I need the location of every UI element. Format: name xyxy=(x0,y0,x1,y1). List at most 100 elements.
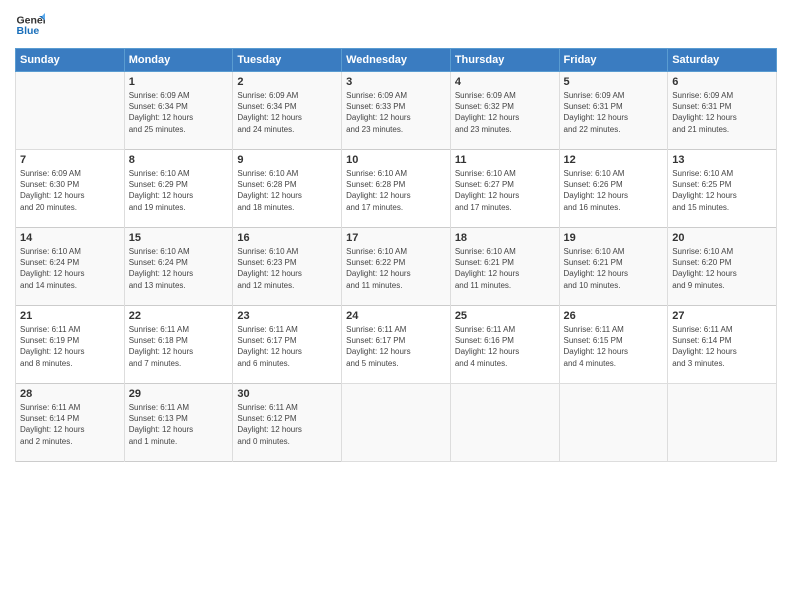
day-info: Sunrise: 6:10 AM Sunset: 6:26 PM Dayligh… xyxy=(564,168,664,213)
day-number: 23 xyxy=(237,310,337,322)
day-number: 29 xyxy=(129,388,229,400)
day-number: 7 xyxy=(20,154,120,166)
calendar-cell xyxy=(342,384,451,462)
day-number: 13 xyxy=(672,154,772,166)
day-number: 19 xyxy=(564,232,664,244)
calendar-cell: 30 Sunrise: 6:11 AM Sunset: 6:12 PM Dayli… xyxy=(233,384,342,462)
calendar-cell xyxy=(16,72,125,150)
day-number: 28 xyxy=(20,388,120,400)
day-number: 22 xyxy=(129,310,229,322)
calendar-cell xyxy=(559,384,668,462)
day-number: 3 xyxy=(346,76,446,88)
day-info: Sunrise: 6:09 AM Sunset: 6:31 PM Dayligh… xyxy=(564,90,664,135)
calendar-cell: 4 Sunrise: 6:09 AM Sunset: 6:32 PM Daylig… xyxy=(450,72,559,150)
calendar-cell: 13 Sunrise: 6:10 AM Sunset: 6:25 PM Dayli… xyxy=(668,150,777,228)
calendar-cell: 18Sunrise: 6:10 AM Sunset: 6:21 PM Dayli… xyxy=(450,228,559,306)
day-info: Sunrise: 6:09 AM Sunset: 6:31 PM Dayligh… xyxy=(672,90,772,135)
day-number: 30 xyxy=(237,388,337,400)
day-number: 25 xyxy=(455,310,555,322)
day-number: 6 xyxy=(672,76,772,88)
day-info: Sunrise: 6:11 AM Sunset: 6:17 PM Dayligh… xyxy=(237,324,337,369)
day-info: Sunrise: 6:10 AM Sunset: 6:24 PM Dayligh… xyxy=(20,246,120,291)
day-info: Sunrise: 6:09 AM Sunset: 6:32 PM Dayligh… xyxy=(455,90,555,135)
calendar-cell: 29 Sunrise: 6:11 AM Sunset: 6:13 PM Dayli… xyxy=(124,384,233,462)
header: General Blue xyxy=(15,10,777,40)
calendar-cell: 6 Sunrise: 6:09 AM Sunset: 6:31 PM Daylig… xyxy=(668,72,777,150)
day-number: 17 xyxy=(346,232,446,244)
calendar-cell: 28 Sunrise: 6:11 AM Sunset: 6:14 PM Dayli… xyxy=(16,384,125,462)
col-header-friday: Friday xyxy=(559,49,668,72)
day-info: Sunrise: 6:11 AM Sunset: 6:13 PM Dayligh… xyxy=(129,402,229,447)
col-header-monday: Monday xyxy=(124,49,233,72)
week-row-3: 14 Sunrise: 6:10 AM Sunset: 6:24 PM Dayli… xyxy=(16,228,777,306)
day-number: 11 xyxy=(455,154,555,166)
page: General Blue SundayMondayTuesdayWednesda… xyxy=(0,0,792,612)
day-number: 16 xyxy=(237,232,337,244)
day-number: 12 xyxy=(564,154,664,166)
day-number: 15 xyxy=(129,232,229,244)
day-number: 24 xyxy=(346,310,446,322)
day-info: Sunrise: 6:11 AM Sunset: 6:18 PM Dayligh… xyxy=(129,324,229,369)
week-row-4: 21Sunrise: 6:11 AM Sunset: 6:19 PM Dayli… xyxy=(16,306,777,384)
calendar-cell: 26 Sunrise: 6:11 AM Sunset: 6:15 PM Dayli… xyxy=(559,306,668,384)
day-info: Sunrise: 6:10 AM Sunset: 6:24 PM Dayligh… xyxy=(129,246,229,291)
calendar-cell: 22 Sunrise: 6:11 AM Sunset: 6:18 PM Dayli… xyxy=(124,306,233,384)
day-info: Sunrise: 6:09 AM Sunset: 6:33 PM Dayligh… xyxy=(346,90,446,135)
col-header-tuesday: Tuesday xyxy=(233,49,342,72)
day-number: 2 xyxy=(237,76,337,88)
col-header-thursday: Thursday xyxy=(450,49,559,72)
day-info: Sunrise: 6:11 AM Sunset: 6:12 PM Dayligh… xyxy=(237,402,337,447)
week-row-2: 7Sunrise: 6:09 AM Sunset: 6:30 PM Daylig… xyxy=(16,150,777,228)
day-number: 21 xyxy=(20,310,120,322)
day-info: Sunrise: 6:11 AM Sunset: 6:17 PM Dayligh… xyxy=(346,324,446,369)
day-info: Sunrise: 6:10 AM Sunset: 6:27 PM Dayligh… xyxy=(455,168,555,213)
logo: General Blue xyxy=(15,10,45,40)
day-number: 27 xyxy=(672,310,772,322)
calendar-cell: 24 Sunrise: 6:11 AM Sunset: 6:17 PM Dayli… xyxy=(342,306,451,384)
week-row-1: 1 Sunrise: 6:09 AM Sunset: 6:34 PM Daylig… xyxy=(16,72,777,150)
col-header-saturday: Saturday xyxy=(668,49,777,72)
day-number: 1 xyxy=(129,76,229,88)
calendar-cell: 2 Sunrise: 6:09 AM Sunset: 6:34 PM Daylig… xyxy=(233,72,342,150)
day-number: 4 xyxy=(455,76,555,88)
calendar-cell: 5 Sunrise: 6:09 AM Sunset: 6:31 PM Daylig… xyxy=(559,72,668,150)
calendar-cell xyxy=(668,384,777,462)
day-info: Sunrise: 6:10 AM Sunset: 6:21 PM Dayligh… xyxy=(564,246,664,291)
day-info: Sunrise: 6:10 AM Sunset: 6:20 PM Dayligh… xyxy=(672,246,772,291)
calendar-cell xyxy=(450,384,559,462)
day-info: Sunrise: 6:11 AM Sunset: 6:14 PM Dayligh… xyxy=(672,324,772,369)
day-info: Sunrise: 6:10 AM Sunset: 6:29 PM Dayligh… xyxy=(129,168,229,213)
col-header-wednesday: Wednesday xyxy=(342,49,451,72)
svg-text:Blue: Blue xyxy=(17,25,40,37)
col-header-sunday: Sunday xyxy=(16,49,125,72)
day-number: 14 xyxy=(20,232,120,244)
day-info: Sunrise: 6:10 AM Sunset: 6:28 PM Dayligh… xyxy=(237,168,337,213)
calendar-table: SundayMondayTuesdayWednesdayThursdayFrid… xyxy=(15,48,777,462)
day-info: Sunrise: 6:09 AM Sunset: 6:34 PM Dayligh… xyxy=(129,90,229,135)
week-row-5: 28 Sunrise: 6:11 AM Sunset: 6:14 PM Dayli… xyxy=(16,384,777,462)
day-number: 5 xyxy=(564,76,664,88)
day-info: Sunrise: 6:09 AM Sunset: 6:34 PM Dayligh… xyxy=(237,90,337,135)
day-number: 8 xyxy=(129,154,229,166)
calendar-cell: 16 Sunrise: 6:10 AM Sunset: 6:23 PM Dayli… xyxy=(233,228,342,306)
calendar-cell: 1 Sunrise: 6:09 AM Sunset: 6:34 PM Daylig… xyxy=(124,72,233,150)
day-info: Sunrise: 6:10 AM Sunset: 6:25 PM Dayligh… xyxy=(672,168,772,213)
day-info: Sunrise: 6:11 AM Sunset: 6:15 PM Dayligh… xyxy=(564,324,664,369)
day-info: Sunrise: 6:10 AM Sunset: 6:21 PM Dayligh… xyxy=(455,246,555,291)
calendar-cell: 19 Sunrise: 6:10 AM Sunset: 6:21 PM Dayli… xyxy=(559,228,668,306)
calendar-cell: 21Sunrise: 6:11 AM Sunset: 6:19 PM Dayli… xyxy=(16,306,125,384)
calendar-cell: 15 Sunrise: 6:10 AM Sunset: 6:24 PM Dayli… xyxy=(124,228,233,306)
day-number: 10 xyxy=(346,154,446,166)
calendar-cell: 10Sunrise: 6:10 AM Sunset: 6:28 PM Dayli… xyxy=(342,150,451,228)
day-info: Sunrise: 6:10 AM Sunset: 6:22 PM Dayligh… xyxy=(346,246,446,291)
day-number: 26 xyxy=(564,310,664,322)
calendar-cell: 23 Sunrise: 6:11 AM Sunset: 6:17 PM Dayli… xyxy=(233,306,342,384)
calendar-cell: 11 Sunrise: 6:10 AM Sunset: 6:27 PM Dayli… xyxy=(450,150,559,228)
calendar-cell: 8 Sunrise: 6:10 AM Sunset: 6:29 PM Daylig… xyxy=(124,150,233,228)
day-info: Sunrise: 6:10 AM Sunset: 6:23 PM Dayligh… xyxy=(237,246,337,291)
calendar-cell: 27 Sunrise: 6:11 AM Sunset: 6:14 PM Dayli… xyxy=(668,306,777,384)
calendar-cell: 3 Sunrise: 6:09 AM Sunset: 6:33 PM Daylig… xyxy=(342,72,451,150)
day-info: Sunrise: 6:11 AM Sunset: 6:14 PM Dayligh… xyxy=(20,402,120,447)
calendar-cell: 14 Sunrise: 6:10 AM Sunset: 6:24 PM Dayli… xyxy=(16,228,125,306)
calendar-cell: 25Sunrise: 6:11 AM Sunset: 6:16 PM Dayli… xyxy=(450,306,559,384)
